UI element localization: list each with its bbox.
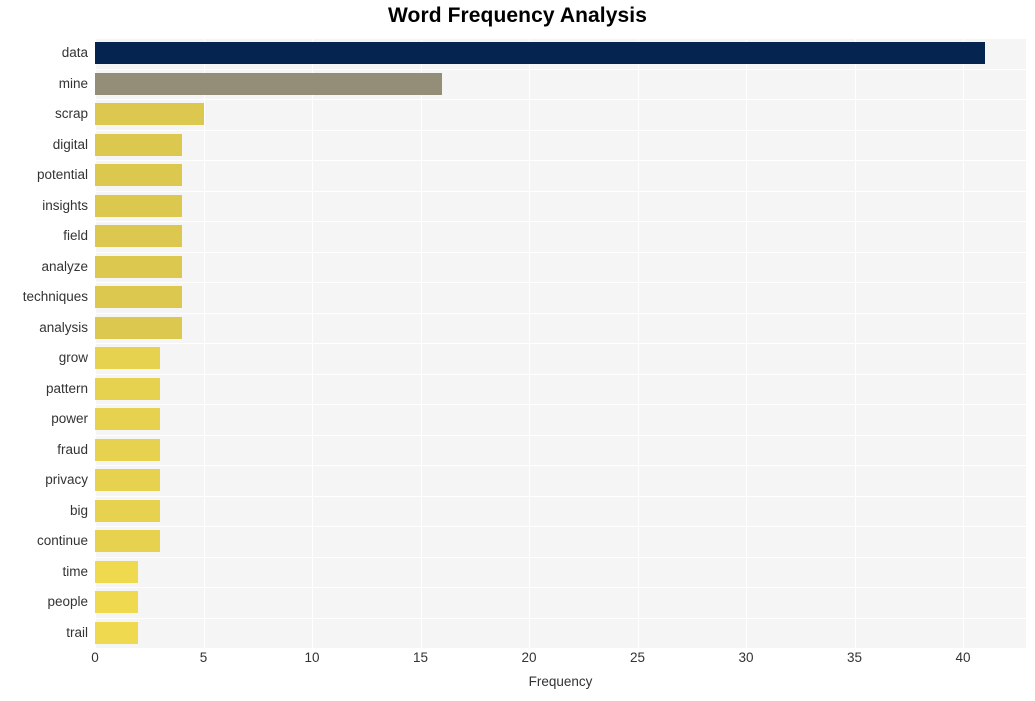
x-axis-title: Frequency <box>528 674 593 689</box>
bar <box>95 73 443 95</box>
bar <box>95 286 182 308</box>
bar <box>95 164 182 186</box>
y-axis-tick-label: data <box>61 45 88 60</box>
y-axis-tick-label: scrap <box>54 106 88 121</box>
gridline-horizontal <box>95 252 1026 253</box>
bar <box>95 591 139 613</box>
gridline-horizontal <box>95 465 1026 466</box>
gridline-horizontal <box>95 526 1026 527</box>
y-axis-tick-label: power <box>51 411 88 426</box>
bar <box>95 622 139 644</box>
bar <box>95 378 161 400</box>
gridline-horizontal <box>95 587 1026 588</box>
bar <box>95 561 139 583</box>
bar <box>95 134 182 156</box>
gridline-horizontal <box>95 313 1026 314</box>
gridline-horizontal <box>95 282 1026 283</box>
y-axis-tick-label: time <box>62 564 88 579</box>
gridline-horizontal <box>95 343 1026 344</box>
y-axis-tick-label: potential <box>36 167 88 182</box>
gridline-horizontal <box>95 160 1026 161</box>
bar <box>95 195 182 217</box>
x-axis-tick-label: 20 <box>521 650 537 665</box>
gridline-horizontal <box>95 191 1026 192</box>
y-axis-tick-label: digital <box>52 137 88 152</box>
gridline-horizontal <box>95 618 1026 619</box>
y-axis-tick-label: field <box>63 228 88 243</box>
bar <box>95 408 161 430</box>
gridline-horizontal <box>95 557 1026 558</box>
bar <box>95 256 182 278</box>
gridline-horizontal <box>95 130 1026 131</box>
gridline-horizontal <box>95 404 1026 405</box>
gridline-horizontal <box>95 374 1026 375</box>
y-axis-tick-label: privacy <box>45 472 88 487</box>
gridline-horizontal <box>95 496 1026 497</box>
bar <box>95 500 161 522</box>
y-axis-tick-label: continue <box>36 533 88 548</box>
bar <box>95 439 161 461</box>
y-axis-tick-label: grow <box>58 350 88 365</box>
x-axis-tick-label: 0 <box>91 650 99 665</box>
y-axis-tick-labels: data mine scrap digital potential insights fie… <box>0 38 88 648</box>
y-axis-tick-label: insights <box>42 198 88 213</box>
bar <box>95 347 161 369</box>
y-axis-tick-label: techniques <box>22 289 88 304</box>
y-axis-tick-label: big <box>69 503 88 518</box>
gridline-horizontal <box>95 99 1026 100</box>
bar <box>95 530 161 552</box>
x-axis-tick-label: 40 <box>955 650 971 665</box>
gridline-horizontal <box>95 435 1026 436</box>
bar <box>95 103 204 125</box>
bar <box>95 469 161 491</box>
x-axis-tick-label: 15 <box>413 650 429 665</box>
bar <box>95 225 182 247</box>
gridline-horizontal <box>95 38 1026 39</box>
chart-title: Word Frequency Analysis <box>387 4 648 27</box>
bar <box>95 317 182 339</box>
y-axis-tick-label: analysis <box>39 320 88 335</box>
bar <box>95 42 985 64</box>
x-axis-tick-labels: 0 5 10 15 20 25 30 35 40 <box>0 650 1035 672</box>
x-axis-tick-label: 25 <box>630 650 646 665</box>
x-axis-tick-label: 30 <box>738 650 754 665</box>
x-axis-tick-label: 10 <box>304 650 320 665</box>
x-axis-tick-label: 35 <box>847 650 863 665</box>
chart-figure: Word Frequency Analysis data mine scrap dig… <box>0 0 1035 701</box>
y-axis-tick-label: trail <box>66 625 88 640</box>
y-axis-tick-label: analyze <box>41 259 88 274</box>
y-axis-tick-label: pattern <box>45 381 88 396</box>
y-axis-tick-label: mine <box>58 76 88 91</box>
y-axis-tick-label: fraud <box>57 442 88 457</box>
gridline-horizontal <box>95 69 1026 70</box>
gridline-horizontal <box>95 221 1026 222</box>
x-axis-tick-label: 5 <box>199 650 208 665</box>
y-axis-tick-label: people <box>47 594 88 609</box>
plot-area <box>95 38 1026 648</box>
